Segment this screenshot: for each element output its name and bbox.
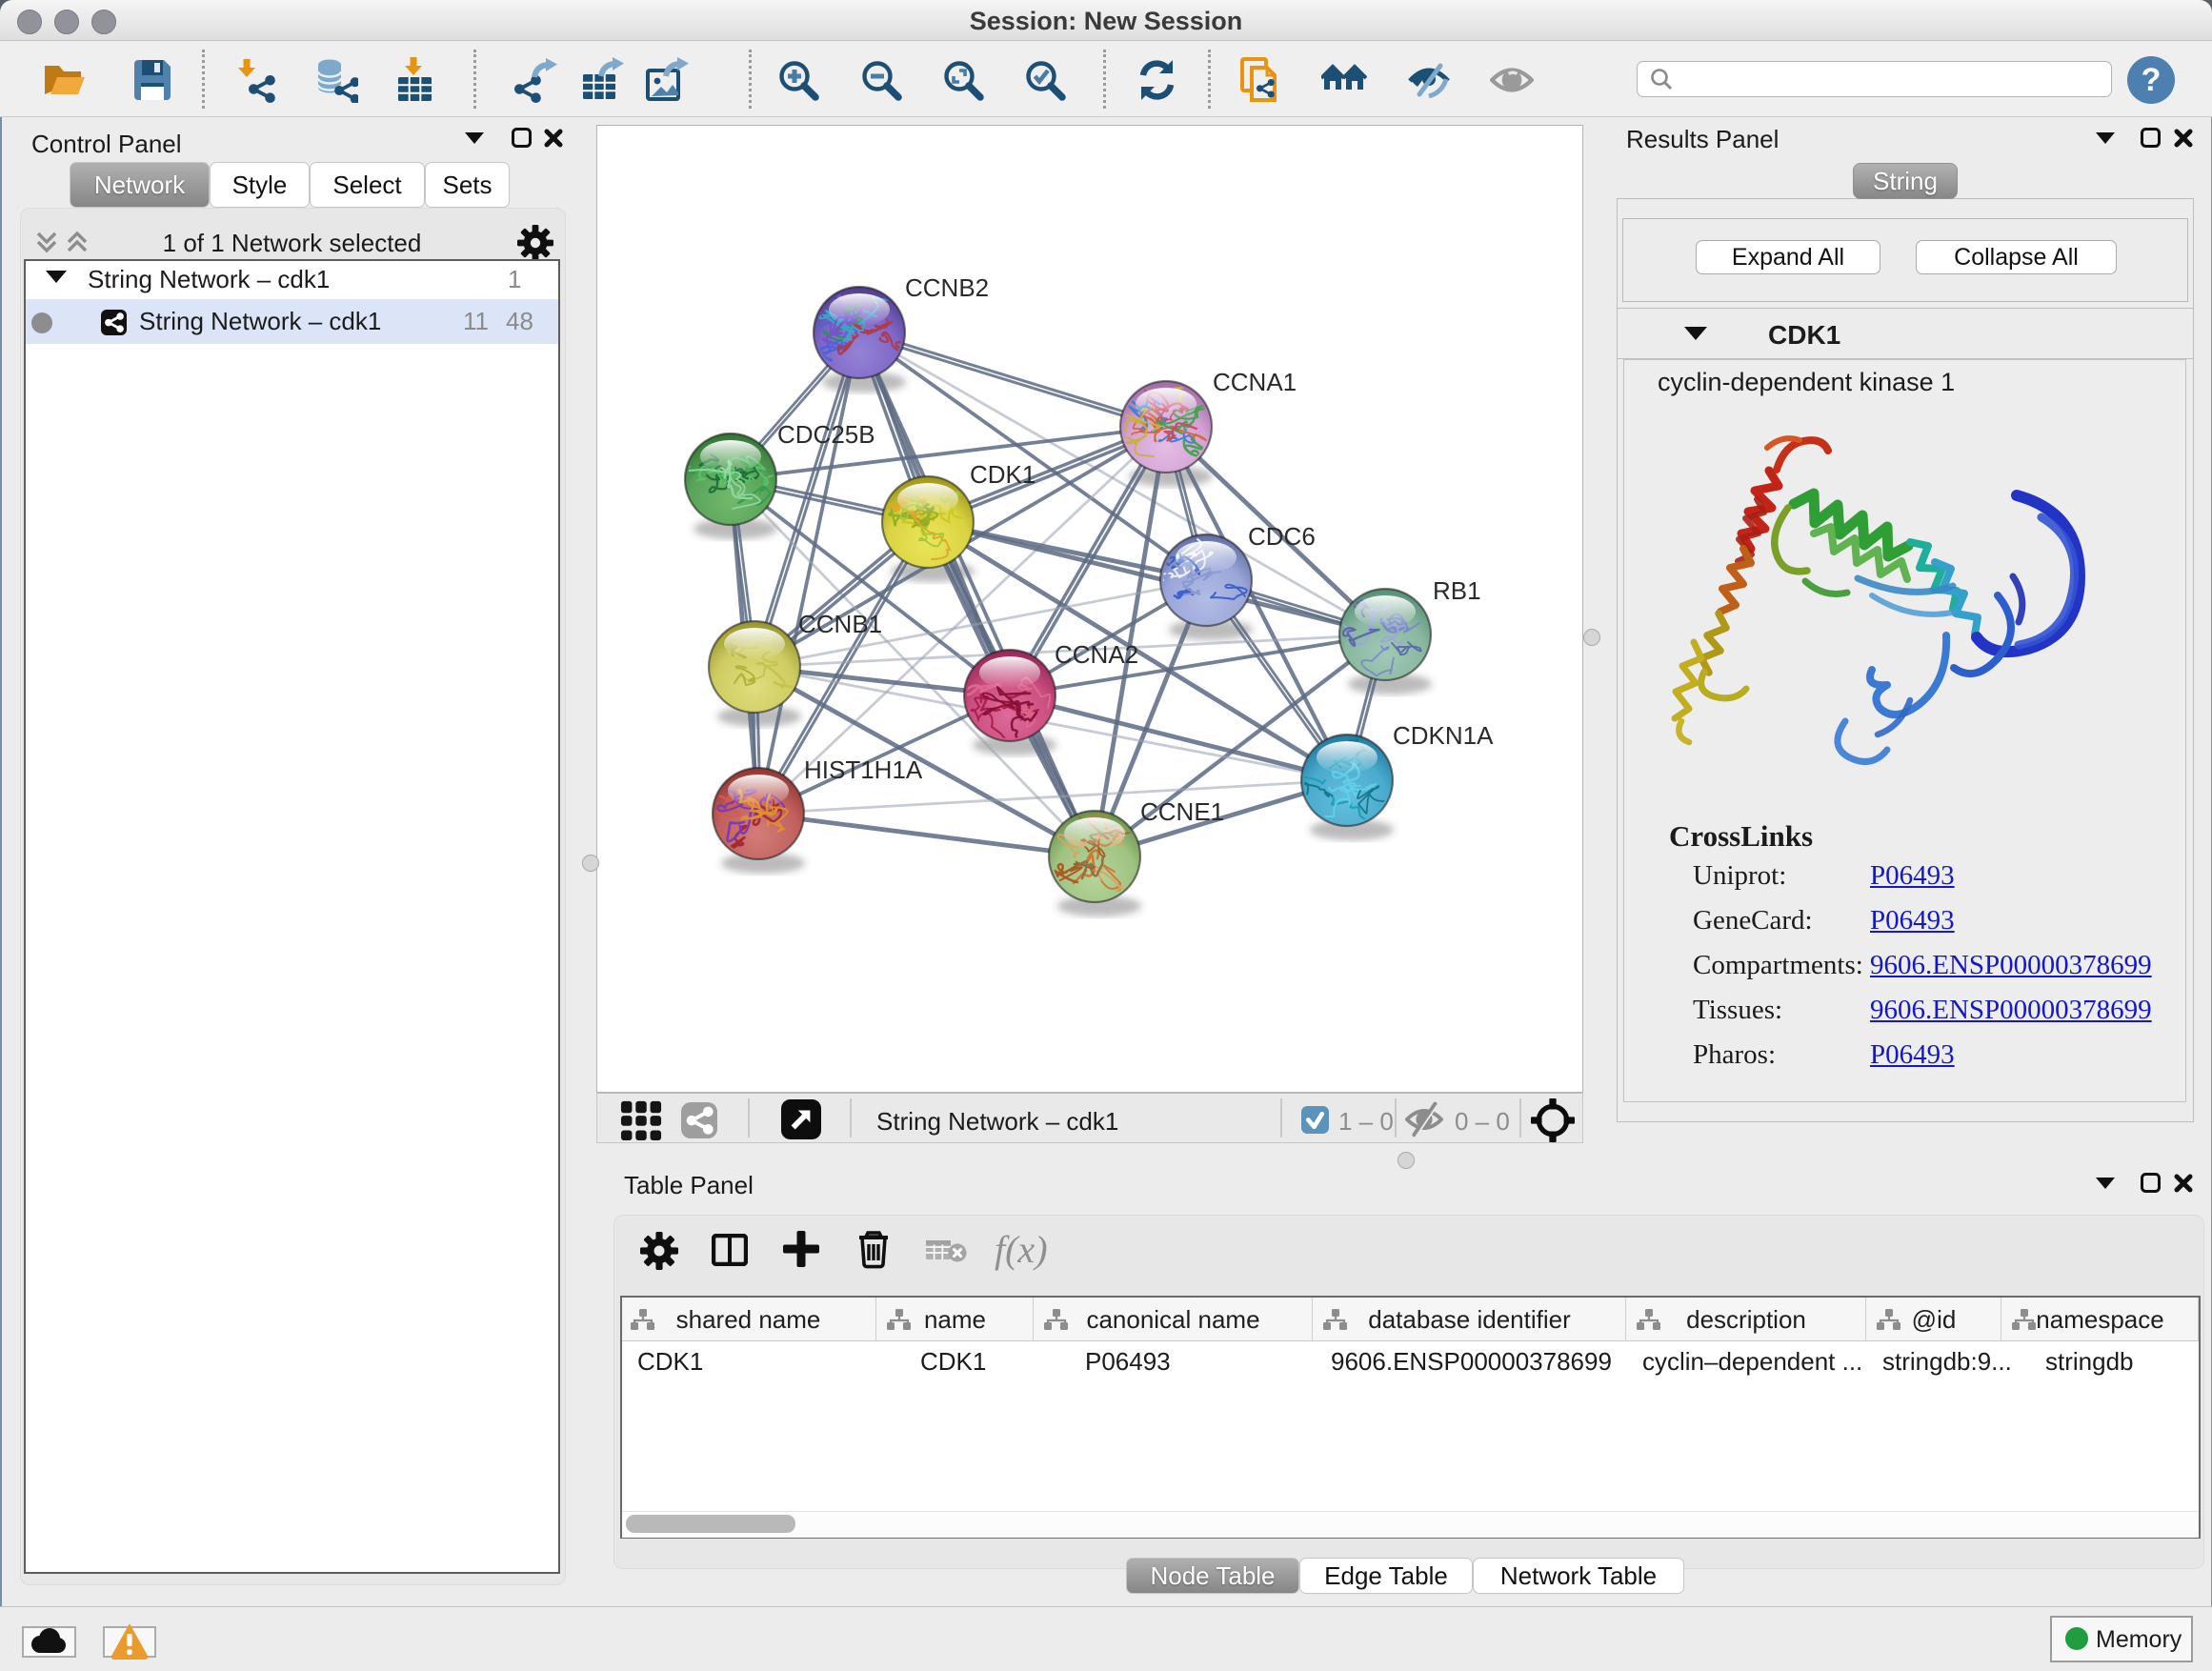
svg-text:CCNA2: CCNA2 — [1055, 640, 1138, 669]
svg-text:CCNE1: CCNE1 — [1140, 797, 1224, 826]
svg-text:RB1: RB1 — [1433, 576, 1481, 605]
svg-text:?: ? — [2142, 62, 2162, 98]
svg-text:CDKN1A: CDKN1A — [1393, 721, 1494, 750]
svg-text:CDC6: CDC6 — [1248, 522, 1316, 551]
svg-text:CCNB2: CCNB2 — [905, 273, 989, 302]
svg-text:CCNA1: CCNA1 — [1213, 368, 1297, 396]
svg-text:HIST1H1A: HIST1H1A — [804, 755, 923, 784]
svg-text:CDK1: CDK1 — [970, 460, 1036, 489]
svg-text:CDC25B: CDC25B — [777, 420, 875, 449]
svg-text:CCNB1: CCNB1 — [798, 610, 882, 638]
